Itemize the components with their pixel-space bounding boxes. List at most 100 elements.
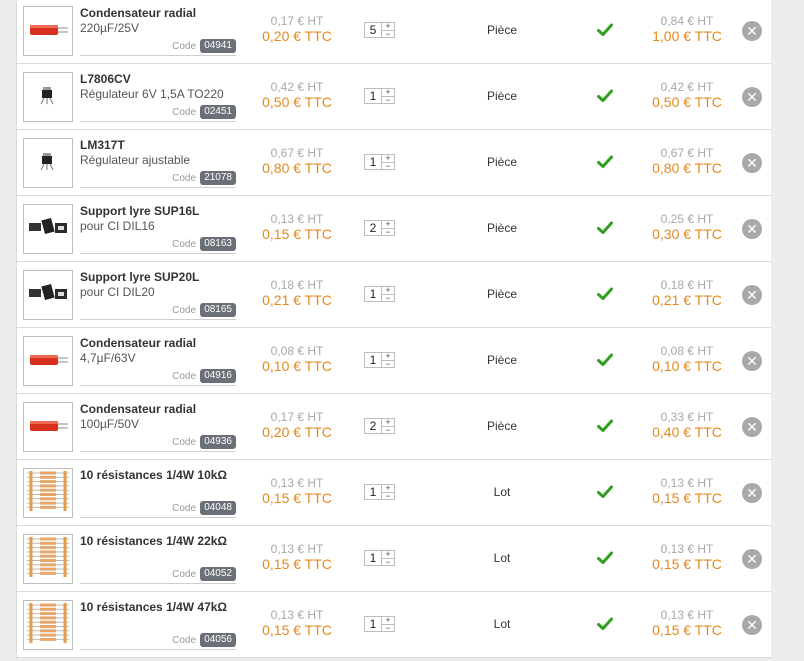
product-name[interactable]: 10 résistances 1/4W 10kΩ: [80, 468, 236, 483]
quantity-input[interactable]: 1: [364, 352, 382, 368]
unit-price: 0,17 € HT 0,20 € TTC: [247, 410, 347, 441]
quantity-input[interactable]: 2: [364, 418, 382, 434]
code-label: Code: [172, 173, 196, 184]
product-thumbnail[interactable]: [23, 468, 73, 518]
line-total-ttc: 0,80 € TTC: [652, 160, 722, 176]
product-thumbnail[interactable]: [23, 72, 73, 122]
product-thumbnail[interactable]: [23, 6, 73, 56]
unit-price-ht: 0,17 € HT: [270, 410, 324, 424]
product-thumbnail[interactable]: [23, 204, 73, 254]
quantity-input[interactable]: 2: [364, 220, 382, 236]
remove-button[interactable]: ✕: [742, 615, 762, 635]
code-badge: 04048: [200, 501, 236, 515]
quantity-spinner: + −: [382, 220, 395, 236]
cart-row: Support lyre SUP20L pour CI DIL20 Code 0816…: [17, 262, 771, 328]
remove-button[interactable]: ✕: [742, 285, 762, 305]
code-badge: 08163: [200, 237, 236, 251]
quantity-input[interactable]: 5: [364, 22, 382, 38]
code-label: Code: [172, 635, 196, 646]
check-icon: [597, 154, 613, 170]
product-info: Condensateur radial 220µF/25V Code 04941: [80, 6, 236, 56]
product-name[interactable]: Support lyre SUP20L: [80, 270, 236, 285]
code-badge: 08165: [200, 303, 236, 317]
unit-price: 0,13 € HT 0,15 € TTC: [247, 542, 347, 573]
product-name[interactable]: Condensateur radial: [80, 336, 236, 351]
line-total-ht: 0,13 € HT: [660, 476, 714, 490]
decrement-button[interactable]: −: [382, 227, 394, 235]
product-info: 10 résistances 1/4W 10kΩ Code 04048: [80, 468, 236, 518]
product-name[interactable]: Condensateur radial: [80, 6, 236, 21]
remove-button[interactable]: ✕: [742, 153, 762, 173]
product-name[interactable]: LM317T: [80, 138, 236, 153]
product-code-row: Code 08163: [80, 237, 236, 254]
line-total: 0,13 € HT 0,15 € TTC: [637, 542, 737, 573]
product-code-row: Code 04936: [80, 435, 236, 452]
quantity-input[interactable]: 1: [364, 550, 382, 566]
product-name[interactable]: 10 résistances 1/4W 47kΩ: [80, 600, 236, 615]
cart-row: Condensateur radial 4,7µF/63V Code 04916 0,0…: [17, 328, 771, 394]
unit-price-ht: 0,13 € HT: [270, 542, 324, 556]
code-label: Code: [172, 503, 196, 514]
product-thumbnail[interactable]: [23, 138, 73, 188]
unit-price: 0,13 € HT 0,15 € TTC: [247, 476, 347, 507]
product-code-row: Code 04056: [80, 633, 236, 650]
remove-button[interactable]: ✕: [742, 351, 762, 371]
unit-price-ht: 0,18 € HT: [270, 278, 324, 292]
decrement-button[interactable]: −: [382, 29, 394, 37]
product-description: 4,7µF/63V: [80, 351, 136, 365]
unit-price-ht: 0,13 € HT: [270, 212, 324, 226]
quantity-input[interactable]: 1: [364, 286, 382, 302]
product-name[interactable]: Condensateur radial: [80, 402, 236, 417]
decrement-button[interactable]: −: [382, 95, 394, 103]
product-name[interactable]: 10 résistances 1/4W 22kΩ: [80, 534, 236, 549]
product-info: 10 résistances 1/4W 47kΩ Code 04056: [80, 600, 236, 650]
remove-button[interactable]: ✕: [742, 219, 762, 239]
unit-price-ttc: 0,20 € TTC: [262, 424, 332, 440]
line-total: 0,42 € HT 0,50 € TTC: [637, 80, 737, 111]
remove-button[interactable]: ✕: [742, 21, 762, 41]
unit-price-ht: 0,42 € HT: [270, 80, 324, 94]
quantity-input[interactable]: 1: [364, 154, 382, 170]
code-label: Code: [172, 41, 196, 52]
decrement-button[interactable]: −: [382, 491, 394, 499]
decrement-button[interactable]: −: [382, 359, 394, 367]
product-name[interactable]: L7806CV: [80, 72, 236, 87]
sale-unit: Pièce: [486, 221, 518, 235]
decrement-button[interactable]: −: [382, 425, 394, 433]
decrement-button[interactable]: −: [382, 161, 394, 169]
decrement-button[interactable]: −: [382, 293, 394, 301]
line-total: 0,13 € HT 0,15 € TTC: [637, 608, 737, 639]
remove-button[interactable]: ✕: [742, 549, 762, 569]
unit-price: 0,18 € HT 0,21 € TTC: [247, 278, 347, 309]
quantity-input[interactable]: 1: [364, 88, 382, 104]
remove-button[interactable]: ✕: [742, 483, 762, 503]
ic-socket-icon: [26, 271, 70, 319]
decrement-button[interactable]: −: [382, 557, 394, 565]
product-code-row: Code 08165: [80, 303, 236, 320]
decrement-button[interactable]: −: [382, 623, 394, 631]
product-thumbnail[interactable]: [23, 270, 73, 320]
line-total-ttc: 0,30 € TTC: [652, 226, 722, 242]
code-badge: 04916: [200, 369, 236, 383]
quantity-stepper: 2 + −: [364, 220, 395, 236]
product-name[interactable]: Support lyre SUP16L: [80, 204, 236, 219]
check-icon: [597, 88, 613, 104]
quantity-input[interactable]: 1: [364, 484, 382, 500]
remove-button[interactable]: ✕: [742, 87, 762, 107]
product-thumbnail[interactable]: [23, 336, 73, 386]
product-code-row: Code 04916: [80, 369, 236, 386]
product-code-row: Code 04052: [80, 567, 236, 584]
sale-unit: Lot: [493, 617, 511, 631]
unit-price-ttc: 0,80 € TTC: [262, 160, 332, 176]
ic-socket-icon: [26, 205, 70, 253]
product-thumbnail[interactable]: [23, 534, 73, 584]
remove-button[interactable]: ✕: [742, 417, 762, 437]
unit-price: 0,13 € HT 0,15 € TTC: [247, 608, 347, 639]
product-description: pour CI DIL20: [80, 285, 155, 299]
unit-price: 0,67 € HT 0,80 € TTC: [247, 146, 347, 177]
quantity-input[interactable]: 1: [364, 616, 382, 632]
quantity-spinner: + −: [382, 88, 395, 104]
sale-unit: Lot: [493, 551, 511, 565]
product-thumbnail[interactable]: [23, 402, 73, 452]
product-thumbnail[interactable]: [23, 600, 73, 650]
